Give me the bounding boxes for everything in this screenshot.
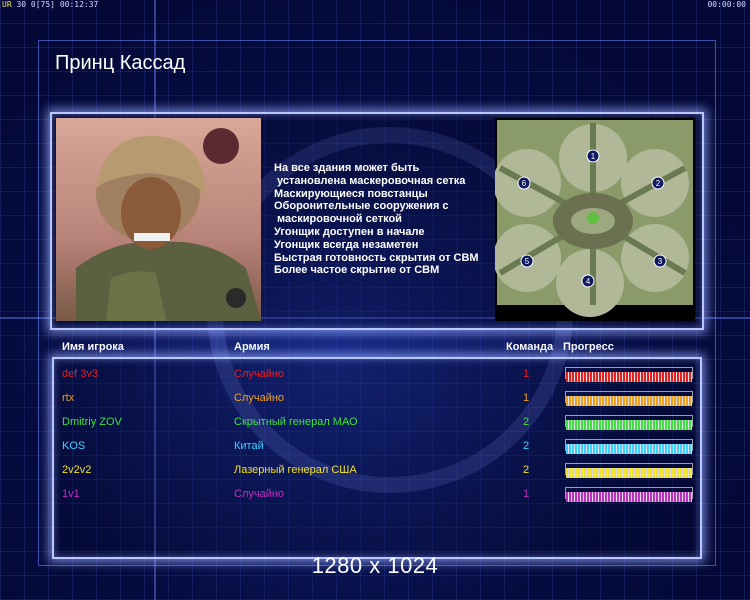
player-name: KOS [62,440,86,452]
status-prefix: UR [2,0,12,9]
minimap-image: 1 2 3 4 5 6 [495,118,695,321]
svg-text:4: 4 [586,277,591,286]
player-army: Случайно [234,488,285,500]
status-bar: UR 30 0[75] 00:12:37 00:00:00 [0,0,750,10]
table-row: 2v2v2 Лазерный генерал США 2 [0,460,750,484]
general-features-list: На все здания может быть установлена мас… [274,162,494,277]
player-team: 2 [523,464,530,476]
general-title: Принц Кассад [55,52,186,74]
start-marker: 5 [520,254,534,268]
svg-text:2: 2 [656,179,661,188]
player-army: Случайно [234,392,285,404]
feature-line: На все здания может быть [274,162,420,174]
header-team: Команда [506,341,554,353]
start-marker: 2 [651,176,665,190]
player-team: 1 [523,368,530,380]
status-clock: 00:00:00 [707,0,746,9]
progress-fill [566,396,692,406]
progress-fill [566,492,692,502]
header-progress: Прогресс [563,341,614,353]
progress-fill [566,468,692,478]
svg-text:3: 3 [658,257,663,266]
progress-fill [566,444,692,454]
status-timer: 00:12:37 [59,0,99,9]
player-name: Dmitriy ZOV [62,416,122,428]
status-left: UR 30 0[75] 00:12:37 [2,0,98,10]
start-marker: 1 [586,149,600,163]
feature-line: Маскирующиеся повстанцы [274,187,428,200]
feature-line: Угонщик всегда незаметен [274,238,419,251]
player-name: 1v1 [62,488,80,500]
player-team: 2 [523,416,530,428]
player-name: def 3v3 [62,368,99,380]
map-preview: 1 2 3 4 5 6 [495,118,695,321]
progress-bar [565,367,693,382]
player-army: Случайно [234,368,285,380]
player-army: Китай [234,440,264,452]
start-marker: 4 [581,274,595,288]
player-name: rtx [62,392,75,404]
table-row: 1v1 Случайно 1 [0,484,750,508]
progress-fill [566,372,692,382]
status-values: 30 0[75] [16,0,55,9]
progress-bar [565,415,693,430]
progress-bar [565,463,693,478]
feature-line: Угонщик доступен в начале [274,225,425,238]
feature-line: Более частое скрытие от СВМ [274,264,440,277]
player-army: Лазерный генерал США [234,464,357,476]
player-army: Скрытный генерал МАО [234,416,358,428]
general-portrait [56,118,261,321]
svg-text:1: 1 [591,152,596,161]
feature-line: Быстрая готовность скрытия от СВМ [274,251,479,264]
resolution-label: 1280 x 1024 [311,553,439,578]
player-team: 1 [523,392,530,404]
svg-text:6: 6 [522,179,527,188]
progress-bar [565,487,693,502]
feature-line: маскировочной сеткой [274,213,402,226]
start-marker: 3 [653,254,667,268]
progress-bar [565,439,693,454]
table-row: Dmitriy ZOV Скрытный генерал МАО 2 [0,412,750,436]
progress-fill [566,420,692,430]
header-player: Имя игрока [62,341,124,353]
progress-bar [565,391,693,406]
table-row: def 3v3 Случайно 1 [0,364,750,388]
player-team: 1 [523,488,530,500]
player-team: 2 [523,440,530,452]
start-marker: 6 [517,176,531,190]
table-row: KOS Китай 2 [0,436,750,460]
player-name: 2v2v2 [62,464,92,476]
feature-line: установлена маскеровочная сетка [274,174,466,187]
portrait-image [56,118,261,321]
feature-line: Оборонительные сооружения с [274,200,449,213]
table-row: rtx Случайно 1 [0,388,750,412]
header-army: Армия [234,341,270,353]
svg-text:5: 5 [525,257,530,266]
